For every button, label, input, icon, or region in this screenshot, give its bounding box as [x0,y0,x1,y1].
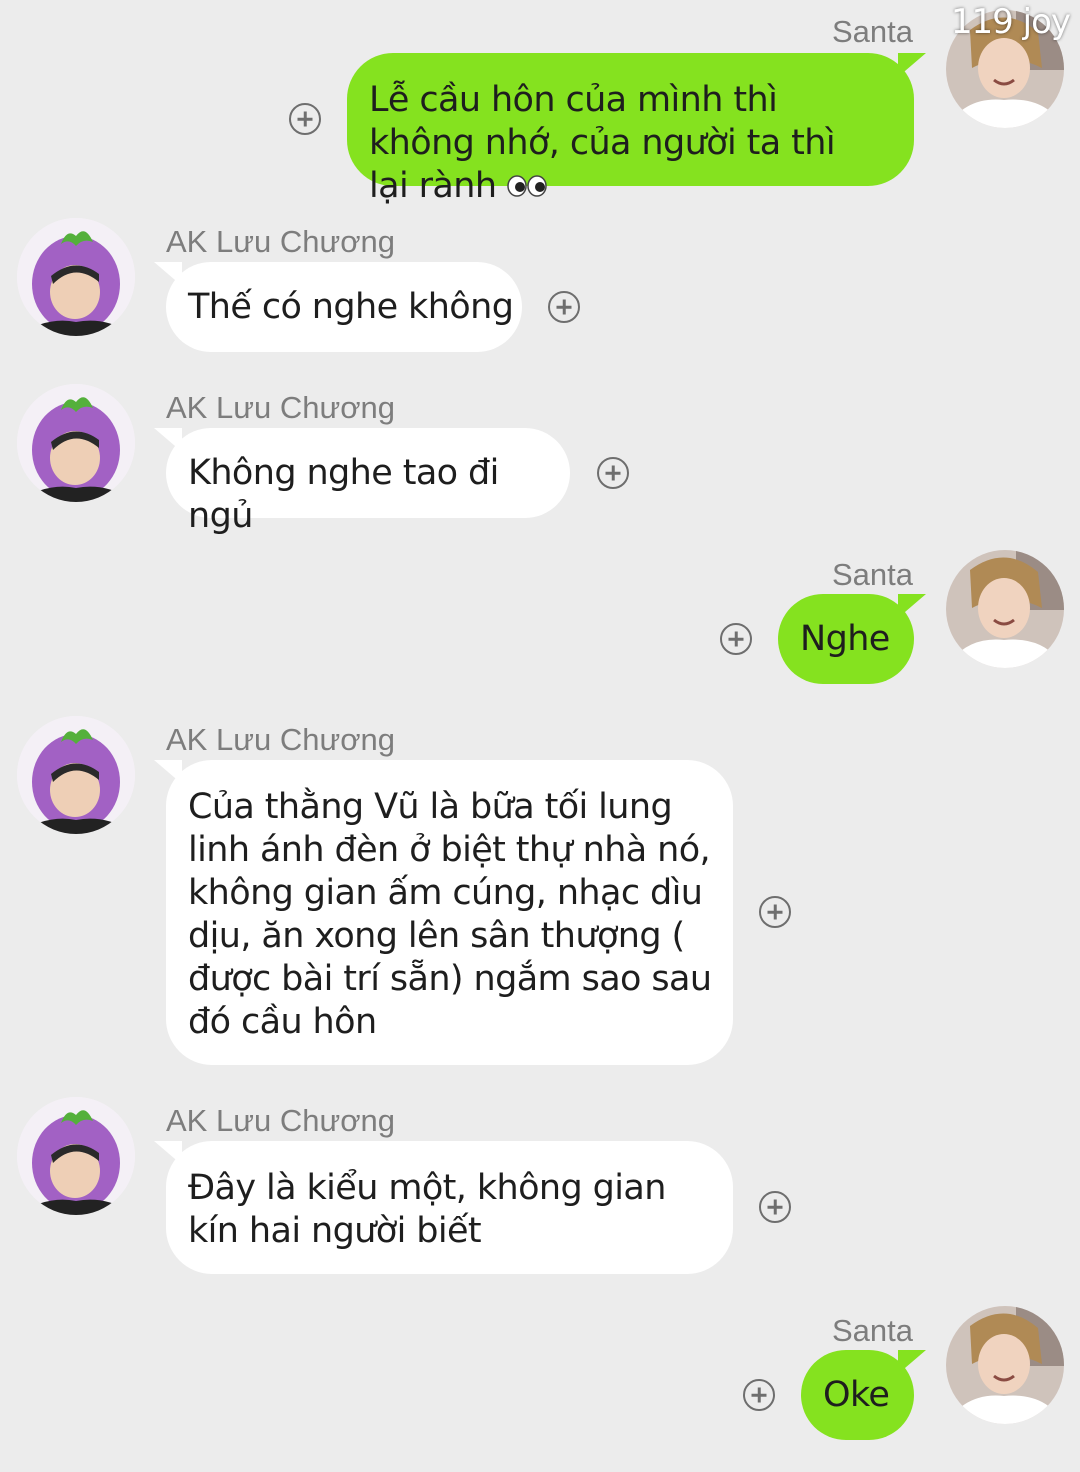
message-bubble[interactable]: Oke [801,1350,926,1440]
add-reaction-icon[interactable] [759,1191,791,1223]
message-text: Không nghe tao đi ngủ [188,453,499,536]
add-reaction-icon[interactable] [289,103,321,135]
sender-name: Santa [831,1313,913,1348]
watermark: 119 joy [950,2,1071,42]
ak-avatar[interactable] [17,218,135,336]
sender-name: AK Lưu Chương [166,224,396,259]
add-reaction-icon[interactable] [743,1379,775,1411]
add-reaction-icon[interactable] [759,896,791,928]
message-bubble[interactable]: Không nghe tao đi ngủ [154,428,570,536]
message-bubble[interactable]: Đây là kiểu một, không gian kín hai ngườ… [154,1141,733,1274]
message-text: Của thằng Vũ là bữa tối lung linh ánh đè… [188,787,712,1042]
santa-avatar[interactable] [946,550,1064,668]
sender-name: Santa [831,557,913,592]
message-bubble[interactable]: Thế có nghe không [154,262,522,352]
eyes-emoji-icon [507,166,547,209]
sender-name: AK Lưu Chương [166,390,396,425]
sender-name: AK Lưu Chương [166,722,396,757]
message-text: Oke [823,1375,890,1415]
sender-name: AK Lưu Chương [166,1103,396,1138]
santa-avatar[interactable] [946,1306,1064,1424]
ak-avatar[interactable] [17,1097,135,1215]
message-bubble[interactable]: Lễ cầu hôn của mình thì không nhớ, của n… [347,53,926,206]
message-text: Đây là kiểu một, không gian kín hai ngườ… [188,1168,666,1251]
message-bubble[interactable]: Nghe [778,594,926,684]
add-reaction-icon[interactable] [597,457,629,489]
message-text: Nghe [800,619,890,659]
message-text: Thế có nghe không [188,287,514,327]
sender-name: Santa [831,14,913,49]
message-text: Lễ cầu hôn của mình thì không nhớ, của n… [369,80,836,206]
ak-avatar[interactable] [17,384,135,502]
ak-avatar[interactable] [17,716,135,834]
message-bubble[interactable]: Của thằng Vũ là bữa tối lung linh ánh đè… [154,760,733,1065]
add-reaction-icon[interactable] [720,623,752,655]
add-reaction-icon[interactable] [548,291,580,323]
